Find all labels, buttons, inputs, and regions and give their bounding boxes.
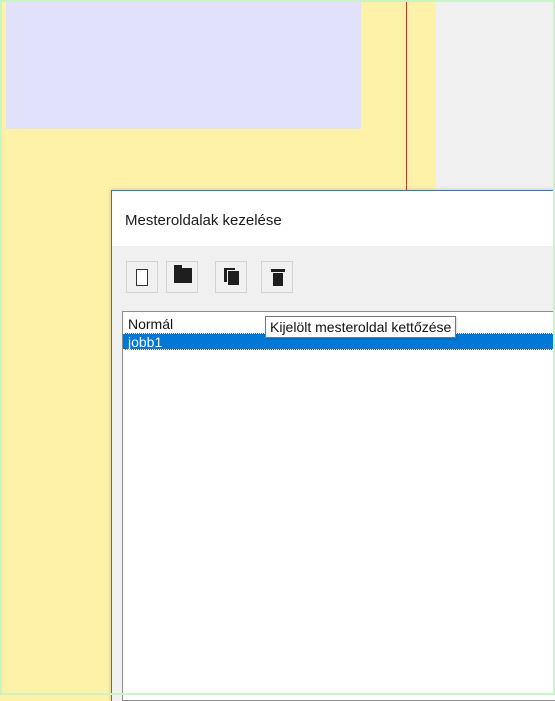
margin-guide-line bbox=[406, 2, 407, 192]
master-pages-list[interactable]: Normál jobb1 Kijelölt mesteroldal kettőz… bbox=[122, 311, 555, 701]
duplicate-tooltip: Kijelölt mesteroldal kettőzése bbox=[265, 316, 457, 338]
text-frame[interactable] bbox=[6, 2, 361, 129]
copy-pages-icon bbox=[224, 268, 240, 285]
delete-master-page-button[interactable] bbox=[261, 261, 293, 293]
new-page-icon bbox=[136, 269, 148, 286]
dialog-title: Mesteroldalak kezelése bbox=[125, 212, 282, 229]
dialog-titlebar[interactable]: Mesteroldalak kezelése bbox=[112, 191, 555, 246]
trash-icon bbox=[271, 268, 285, 286]
import-master-page-button[interactable] bbox=[166, 261, 198, 293]
list-item-label: Normál bbox=[128, 316, 174, 332]
new-master-page-button[interactable] bbox=[126, 261, 158, 293]
open-folder-icon bbox=[174, 265, 192, 283]
master-pages-dialog: Mesteroldalak kezelése Normál jobb1 Kije… bbox=[111, 190, 555, 701]
duplicate-master-page-button[interactable] bbox=[215, 261, 247, 293]
list-item-label: jobb1 bbox=[128, 334, 163, 350]
